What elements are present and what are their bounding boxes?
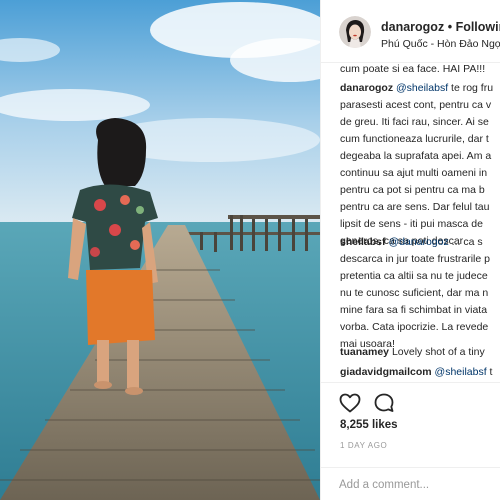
photo-image [0,0,320,500]
add-comment-input[interactable] [339,476,499,494]
comment-username[interactable]: danarogoz [340,82,393,94]
author-username[interactable]: danarogoz [381,20,444,34]
comment-text-line: vorba. Cata ipocrizie. La revede [340,321,489,333]
likes-count[interactable]: 8,255 likes [340,419,398,431]
comment-username[interactable]: giadavidgmailcom [340,366,432,378]
comment-text-line: pretentia ca altii sa nu te judece [340,270,488,282]
comment-first-line: tuanamey Lovely shot of a tiny [340,344,485,361]
comment-first-line: danarogoz @sheilabsf te rog fru [340,80,493,97]
comment-text-line: pentru ca are sens. Dar felul tau [340,201,490,213]
comment-username[interactable]: tuanamey [340,346,389,358]
comment-text-line: continuu sa ajut multi oameni in [340,167,488,179]
comment-username[interactable]: sheilabsf [340,236,386,248]
comment-text-line: lipsit de sens - iti pui masca de [340,218,483,230]
post-header: danarogoz • Following Phú Quốc - Hòn Đảo… [321,0,500,63]
avatar-image [339,16,371,48]
post-timestamp[interactable]: 1 DAY AGO [340,441,387,450]
add-comment-box [321,467,500,500]
following-button[interactable]: Following [456,20,500,34]
post-photo[interactable] [0,0,320,500]
comment-text-line: descarca in jur toate frustrarile p [340,253,490,265]
heart-icon[interactable] [338,391,362,415]
comment-text-line: cum functioneaza lucrurile, dar t [340,133,489,145]
speech-bubble-icon[interactable] [372,391,396,415]
header-separator: • [447,20,453,34]
post-actions: 8,255 likes 1 DAY AGO [321,382,500,500]
post-author-line: danarogoz • Following [381,20,500,34]
comment-text: Lovely shot of a tiny [389,346,485,358]
comment-text-line: cum poate si ea face. HAI PA!!! [340,63,486,75]
comment-text: ... ca s [448,236,483,248]
list-item: cum poate si ea face. HAI PA!!! [340,61,485,78]
comment-mention[interactable]: @danarogoz [388,236,448,248]
list-item: danarogoz @sheilabsf te rog fru parasest… [340,80,493,250]
comment-mention[interactable]: @sheilabsf [396,82,448,94]
comment-text: t [486,366,493,378]
list-item: sheilabsf @danarogoz ... ca s descarca i… [340,234,490,353]
list-item: giadavidgmailcom @sheilabsf t [340,364,492,381]
comment-mention[interactable]: @sheilabsf [435,366,487,378]
comment-text-line: de greu. Iti faci rau, sincer. Ai se [340,116,489,128]
post-side-panel: danarogoz • Following Phú Quốc - Hòn Đảo… [320,0,500,500]
comment-first-line: giadavidgmailcom @sheilabsf t [340,364,492,381]
comment-text: te rog fru [448,82,494,94]
list-item: tuanamey Lovely shot of a tiny [340,344,485,361]
comment-text-line: mine fara sa fi schimbat in viata [340,304,488,316]
post-location[interactable]: Phú Quốc - Hòn Đảo Ngọc [381,38,500,50]
comment-text-line: degeaba la suprafata apei. Am a [340,150,492,162]
comment-text-line: parasesti acest cont, pentru ca v [340,99,492,111]
comment-text-line: nu te cunosc suficient, dar ma n [340,287,489,299]
comment-first-line: sheilabsf @danarogoz ... ca s [340,234,490,251]
avatar[interactable] [339,16,371,48]
comment-text-line: pentru ca pot si pentru ca ma b [340,184,485,196]
